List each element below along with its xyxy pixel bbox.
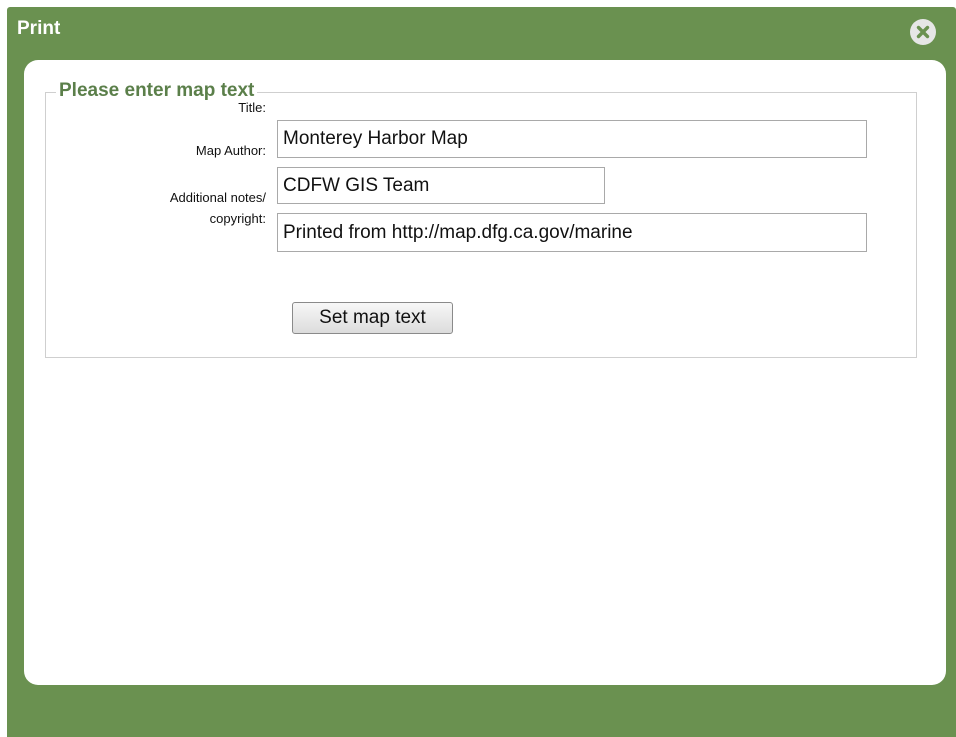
map-author-input[interactable]	[277, 167, 605, 204]
notes-label-line1: Additional notes/	[169, 190, 266, 205]
close-icon[interactable]	[910, 19, 936, 45]
print-dialog: Print Please enter map text Title: Map A…	[7, 7, 956, 737]
dialog-titlebar[interactable]: Print	[7, 7, 956, 53]
title-label: Title:	[238, 100, 266, 115]
map-author-label: Map Author:	[195, 143, 266, 158]
title-input[interactable]	[277, 120, 867, 158]
dialog-content: Please enter map text Title: Map Author:…	[24, 60, 946, 685]
notes-label-line2: copyright:	[209, 211, 266, 226]
close-x-glyph	[916, 25, 930, 39]
map-text-fieldset: Please enter map text Title: Map Author:…	[45, 80, 917, 358]
dialog-title: Print	[17, 18, 61, 39]
set-map-text-button[interactable]: Set map text	[292, 302, 453, 334]
notes-input[interactable]	[277, 213, 867, 252]
